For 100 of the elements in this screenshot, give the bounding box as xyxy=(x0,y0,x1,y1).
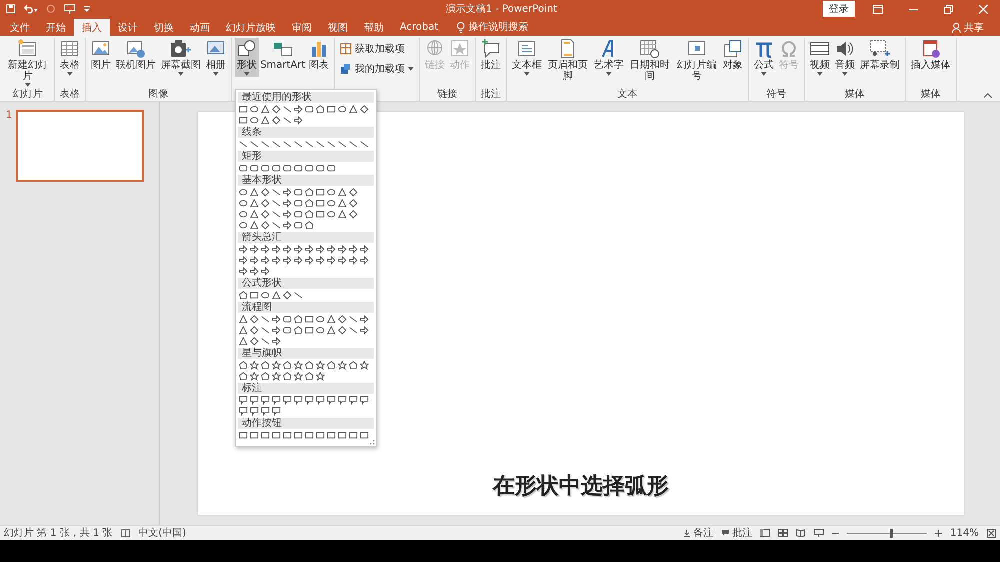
star-icon[interactable] xyxy=(338,361,347,370)
ribbon-tab[interactable]: 设计 xyxy=(110,19,146,36)
share-button[interactable]: 共享 xyxy=(946,19,990,36)
ribbon-button[interactable]: 屏幕录制 xyxy=(858,38,902,89)
star-icon[interactable] xyxy=(316,361,325,370)
ribbon-tab[interactable]: 切换 xyxy=(146,19,182,36)
line-icon[interactable] xyxy=(261,326,270,335)
pentagon-icon[interactable] xyxy=(349,361,358,370)
ribbon-button[interactable]: 插入媒体 xyxy=(909,38,953,89)
ribbon-button[interactable]: 对象 xyxy=(721,38,745,89)
triangle-icon[interactable] xyxy=(272,291,281,300)
star-icon[interactable] xyxy=(272,361,281,370)
ribbon-button[interactable]: 视频 xyxy=(808,38,832,89)
ribbon-button[interactable]: 页眉和页脚 xyxy=(545,38,591,89)
ribbon-tab[interactable]: 审阅 xyxy=(284,19,320,36)
ribbon-tab[interactable]: 视图 xyxy=(320,19,356,36)
customize-caret-icon[interactable] xyxy=(84,6,90,12)
ribbon-tab[interactable]: 幻灯片放映 xyxy=(218,19,284,36)
diamond-icon[interactable] xyxy=(283,291,292,300)
ribbon-button[interactable]: 文本框 xyxy=(510,38,544,89)
comments-button[interactable]: 批注 xyxy=(721,526,752,540)
line-icon[interactable] xyxy=(294,140,303,149)
line-icon[interactable] xyxy=(272,188,281,197)
line-icon[interactable] xyxy=(349,326,358,335)
ribbon-button[interactable]: 音频 xyxy=(833,38,857,89)
line-icon[interactable] xyxy=(360,140,369,149)
save-icon[interactable] xyxy=(6,4,16,14)
ribbon-button[interactable]: SmartArt xyxy=(260,38,306,89)
line-icon[interactable] xyxy=(283,116,292,125)
rectangle-icon[interactable] xyxy=(250,291,259,300)
line-icon[interactable] xyxy=(261,337,270,346)
line-icon[interactable] xyxy=(349,140,358,149)
ribbon-button[interactable]: 我的加载项 xyxy=(338,61,416,77)
line-icon[interactable] xyxy=(261,140,270,149)
line-icon[interactable] xyxy=(305,140,314,149)
line-icon[interactable] xyxy=(272,140,281,149)
presenter-icon[interactable] xyxy=(64,4,76,14)
line-icon[interactable] xyxy=(272,210,281,219)
ribbon-tab[interactable]: 帮助 xyxy=(356,19,392,36)
rounded-rectangle-icon[interactable] xyxy=(305,105,314,114)
line-icon[interactable] xyxy=(294,291,303,300)
line-icon[interactable] xyxy=(338,140,347,149)
line-icon[interactable] xyxy=(239,140,248,149)
line-icon[interactable] xyxy=(250,140,259,149)
ribbon-tab[interactable]: Acrobat xyxy=(392,19,447,36)
slide-sorter-icon[interactable] xyxy=(778,529,788,537)
diamond-icon[interactable] xyxy=(360,105,369,114)
close-icon[interactable] xyxy=(979,4,988,14)
ribbon-display-icon[interactable] xyxy=(873,4,883,14)
star-icon[interactable] xyxy=(294,361,303,370)
star-icon[interactable] xyxy=(272,372,281,381)
star-icon[interactable] xyxy=(360,361,369,370)
ribbon-button[interactable]: 获取加载项 xyxy=(338,41,416,57)
resize-grip-icon[interactable] xyxy=(370,440,375,445)
ribbon-button[interactable]: 日期和时间 xyxy=(627,38,673,89)
ribbon-tab[interactable]: 动画 xyxy=(182,19,218,36)
ribbon-button[interactable]: 形状 xyxy=(235,38,259,77)
ribbon-button[interactable]: 新建幻灯片 xyxy=(5,38,51,89)
rectangle-icon[interactable] xyxy=(327,105,336,114)
line-icon[interactable] xyxy=(272,221,281,230)
search-field[interactable]: 操作说明搜索 xyxy=(468,22,559,33)
normal-view-icon[interactable] xyxy=(760,529,770,537)
ribbon-button[interactable]: 联机图片 xyxy=(114,38,158,89)
line-icon[interactable] xyxy=(283,105,292,114)
star-icon[interactable] xyxy=(316,372,325,381)
line-icon[interactable] xyxy=(316,140,325,149)
oval-icon[interactable] xyxy=(338,105,347,114)
ribbon-button[interactable]: 公式 xyxy=(752,38,776,89)
ribbon-button[interactable]: 幻灯片编号 xyxy=(674,38,720,89)
sign-in-button[interactable]: 登录 xyxy=(823,1,855,17)
restore-icon[interactable] xyxy=(944,4,953,14)
pentagon-icon[interactable] xyxy=(316,105,325,114)
pentagon-icon[interactable] xyxy=(239,291,248,300)
oval-icon[interactable] xyxy=(261,291,270,300)
line-icon[interactable] xyxy=(272,199,281,208)
undo-icon[interactable] xyxy=(24,4,38,14)
reading-view-icon[interactable] xyxy=(796,529,806,537)
star-icon[interactable] xyxy=(250,372,259,381)
ribbon-tab[interactable]: 开始 xyxy=(38,19,74,36)
line-icon[interactable] xyxy=(327,140,336,149)
ribbon-button[interactable]: 相册 xyxy=(204,38,228,89)
line-icon[interactable] xyxy=(261,315,270,324)
slide-thumbnail[interactable] xyxy=(16,110,144,182)
ribbon-button[interactable]: 批注 xyxy=(479,38,503,89)
slider-thumb[interactable] xyxy=(890,528,894,538)
ribbon-button[interactable]: 图片 xyxy=(89,38,113,89)
fit-to-window-icon[interactable] xyxy=(987,528,996,538)
triangle-icon[interactable] xyxy=(349,105,358,114)
line-icon[interactable] xyxy=(349,315,358,324)
ribbon-tab[interactable]: 文件 xyxy=(2,19,38,36)
collapse-ribbon-icon[interactable] xyxy=(984,93,992,98)
zoom-in-icon[interactable] xyxy=(935,530,942,536)
ribbon-button[interactable]: 表格 xyxy=(58,38,82,89)
notes-button[interactable]: 备注 xyxy=(683,526,714,540)
star-icon[interactable] xyxy=(250,361,259,370)
ribbon-button[interactable]: 图表 xyxy=(307,38,331,89)
ribbon-button[interactable]: 艺术字 xyxy=(592,38,626,89)
pentagon-icon[interactable] xyxy=(327,361,336,370)
ribbon-button[interactable]: 屏幕截图 xyxy=(159,38,203,89)
line-icon[interactable] xyxy=(283,140,292,149)
